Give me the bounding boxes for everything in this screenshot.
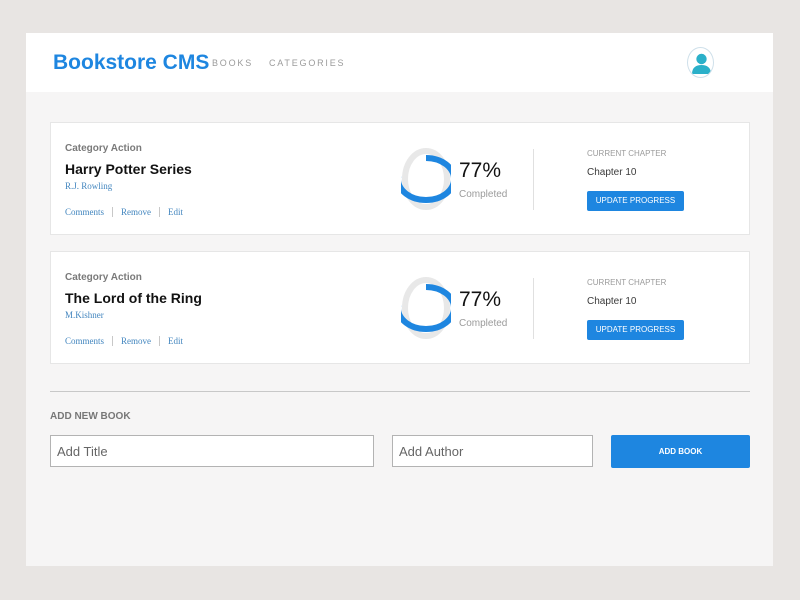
- update-progress-button[interactable]: UPDATE PROGRESS: [587, 191, 684, 211]
- progress-ring: [401, 277, 451, 339]
- user-icon[interactable]: [687, 47, 714, 78]
- comments-link[interactable]: Comments: [65, 336, 104, 346]
- add-book-heading: ADD NEW BOOK: [50, 411, 131, 422]
- book-actions: Comments Remove Edit: [65, 336, 183, 346]
- author-input[interactable]: [392, 435, 593, 467]
- progress-label: Completed: [459, 189, 508, 200]
- book-title: The Lord of the Ring: [65, 290, 202, 306]
- book-author: M.Kishner: [65, 310, 104, 320]
- progress-percent: 77%: [459, 159, 502, 182]
- brand-title: Bookstore CMS: [53, 51, 210, 74]
- current-chapter-label: CURRENT CHAPTER: [587, 278, 667, 287]
- add-book-button[interactable]: ADD BOOK: [611, 435, 750, 468]
- book-category: Category Action: [65, 143, 142, 154]
- title-input[interactable]: [50, 435, 374, 467]
- book-card: Category Action The Lord of the Ring M.K…: [50, 251, 750, 364]
- remove-link[interactable]: Remove: [121, 207, 151, 217]
- progress-label: Completed: [459, 318, 508, 329]
- book-card: Category Action Harry Potter Series R.J.…: [50, 122, 750, 235]
- divider: [159, 336, 161, 346]
- edit-link[interactable]: Edit: [168, 336, 183, 346]
- divider: [533, 278, 534, 339]
- divider: [112, 207, 114, 217]
- progress-ring: [401, 148, 451, 210]
- edit-link[interactable]: Edit: [168, 207, 183, 217]
- app-window: Bookstore CMS BOOKS CATEGORIES Category …: [26, 33, 773, 566]
- divider: [112, 336, 114, 346]
- update-progress-button[interactable]: UPDATE PROGRESS: [587, 320, 684, 340]
- divider: [159, 207, 161, 217]
- divider: [533, 149, 534, 210]
- section-divider: [50, 391, 750, 392]
- current-chapter: Chapter 10: [587, 296, 637, 307]
- current-chapter: Chapter 10: [587, 167, 637, 178]
- book-author: R.J. Rowling: [65, 181, 113, 191]
- book-title: Harry Potter Series: [65, 161, 192, 177]
- current-chapter-label: CURRENT CHAPTER: [587, 149, 667, 158]
- nav-books-link[interactable]: BOOKS: [212, 58, 253, 68]
- remove-link[interactable]: Remove: [121, 336, 151, 346]
- nav-categories-link[interactable]: CATEGORIES: [269, 58, 345, 68]
- book-category: Category Action: [65, 272, 142, 283]
- progress-percent: 77%: [459, 288, 502, 311]
- header: Bookstore CMS BOOKS CATEGORIES: [26, 33, 773, 92]
- comments-link[interactable]: Comments: [65, 207, 104, 217]
- book-actions: Comments Remove Edit: [65, 207, 183, 217]
